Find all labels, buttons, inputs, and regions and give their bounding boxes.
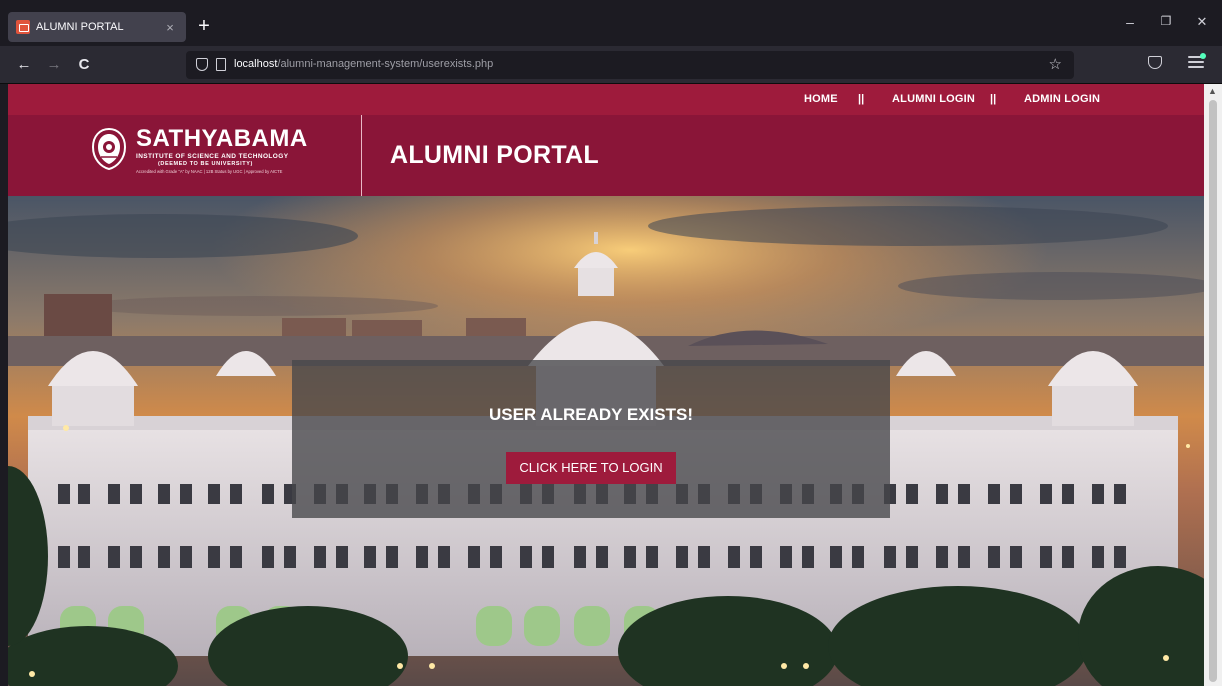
university-logo[interactable]: SATHYABAMA INSTITUTE OF SCIENCE AND TECH… xyxy=(90,121,326,191)
scroll-thumb[interactable] xyxy=(1209,100,1217,682)
message-panel: USER ALREADY EXISTS! CLICK HERE TO LOGIN xyxy=(292,360,890,518)
brand-accreditation: Accredited with Grade "A" by NAAC | 12B … xyxy=(136,169,283,174)
emblem-icon xyxy=(91,127,127,171)
site-header: SATHYABAMA INSTITUTE OF SCIENCE AND TECH… xyxy=(8,115,1204,196)
forward-button[interactable]: → xyxy=(44,55,64,75)
reload-button[interactable]: C xyxy=(74,55,94,75)
page-scrollbar[interactable]: ▲ xyxy=(1204,84,1222,686)
browser-tab[interactable]: ALUMNI PORTAL × xyxy=(8,12,186,42)
brand-deemed: (DEEMED TO BE UNIVERSITY) xyxy=(158,161,253,167)
new-tab-button[interactable]: + xyxy=(192,14,216,38)
brand-subtitle: INSTITUTE OF SCIENCE AND TECHNOLOGY xyxy=(136,153,289,160)
tab-close-button[interactable]: × xyxy=(162,20,178,35)
restore-button[interactable]: ❐ xyxy=(1156,14,1176,28)
shield-icon[interactable] xyxy=(196,58,208,71)
url-host: localhost xyxy=(234,58,278,70)
nav-separator: || xyxy=(858,93,865,105)
nav-alumni-login-link[interactable]: ALUMNI LOGIN xyxy=(892,93,975,105)
url-bar[interactable]: localhost/alumni-management-system/usere… xyxy=(186,51,1074,79)
window-close-button[interactable]: ✕ xyxy=(1192,14,1212,30)
hero-banner: USER ALREADY EXISTS! CLICK HERE TO LOGIN xyxy=(8,196,1204,686)
back-button[interactable]: ← xyxy=(14,55,34,75)
minimize-button[interactable]: – xyxy=(1120,14,1140,30)
url-text[interactable]: localhost/alumni-management-system/usere… xyxy=(234,58,493,70)
browser-nav-bar: ← → C localhost/alumni-management-system… xyxy=(0,46,1222,84)
site-top-nav: HOME || ALUMNI LOGIN || ADMIN LOGIN xyxy=(8,84,1204,115)
tab-title: ALUMNI PORTAL xyxy=(36,21,124,33)
brand-name: SATHYABAMA xyxy=(136,125,308,152)
header-divider xyxy=(361,115,362,196)
favicon-icon xyxy=(16,20,30,34)
nav-admin-login-link[interactable]: ADMIN LOGIN xyxy=(1024,93,1100,105)
url-path: /alumni-management-system/userexists.php xyxy=(277,58,494,70)
pocket-icon[interactable] xyxy=(1148,56,1162,69)
update-dot-icon xyxy=(1200,53,1206,59)
browser-tab-bar: ALUMNI PORTAL × + – ❐ ✕ xyxy=(0,0,1222,46)
scroll-up-icon[interactable]: ▲ xyxy=(1208,86,1217,96)
page-icon[interactable] xyxy=(216,58,226,71)
page-title: ALUMNI PORTAL xyxy=(390,141,599,169)
login-button[interactable]: CLICK HERE TO LOGIN xyxy=(506,452,676,484)
app-menu-icon[interactable] xyxy=(1188,53,1206,70)
page-viewport: HOME || ALUMNI LOGIN || ADMIN LOGIN SATH… xyxy=(8,84,1204,686)
nav-home-link[interactable]: HOME xyxy=(804,93,838,105)
bookmark-star-icon[interactable]: ☆ xyxy=(1049,55,1062,73)
nav-separator: || xyxy=(990,93,997,105)
user-exists-message: USER ALREADY EXISTS! xyxy=(488,405,694,424)
